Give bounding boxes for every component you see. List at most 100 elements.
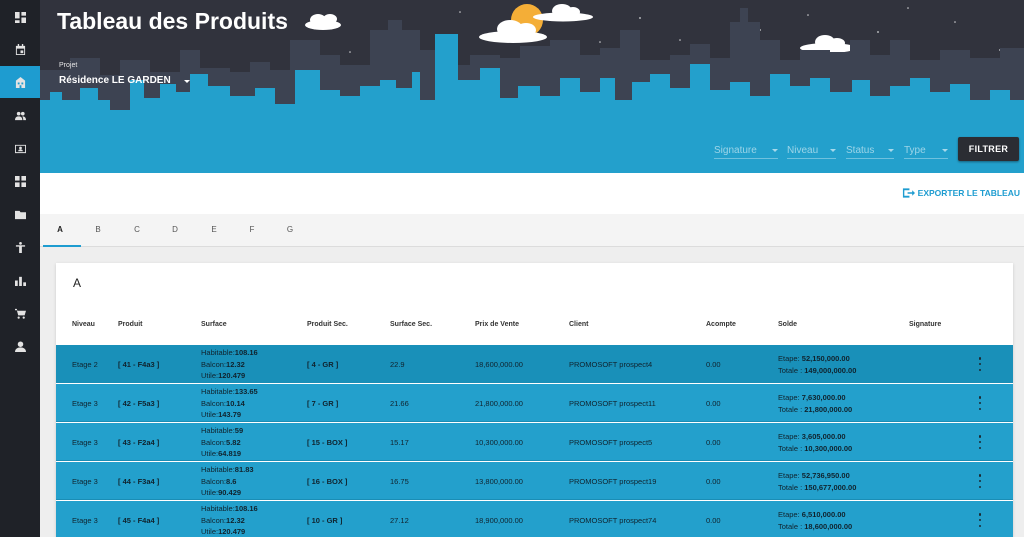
cell-client: PROMOSOFT prospect74 — [569, 516, 657, 525]
surface-habitable-value: 133.65 — [234, 387, 258, 396]
cell-niveau: Etage 3 — [72, 438, 98, 447]
sidebar-item-chart[interactable] — [0, 264, 40, 296]
tab-f[interactable]: F — [237, 225, 267, 234]
cell-niveau: Etage 3 — [72, 477, 98, 486]
row-more-menu-icon[interactable] — [978, 396, 982, 410]
table-row[interactable]: Etage 2 [ 41 - F4a3 ] Habitable:108.16 Balc… — [56, 345, 1013, 383]
tab-d[interactable]: D — [160, 225, 190, 234]
row-more-menu-icon[interactable] — [978, 357, 982, 371]
table-row[interactable]: Etage 3 [ 42 - F5a3 ] Habitable:133.65 Balc… — [56, 384, 1013, 422]
filter-niveau-label: Niveau — [787, 145, 819, 156]
filter-type[interactable]: Type — [904, 143, 948, 159]
folder-icon — [14, 210, 26, 219]
export-table-link[interactable]: EXPORTER LE TABLEAU — [902, 187, 1020, 199]
surface-utile-value: 120.479 — [218, 527, 246, 536]
surface-utile-label: Utile: — [201, 410, 219, 419]
column-header-produit-sec: Produit Sec. — [307, 321, 348, 328]
surface-habitable-label: Habitable: — [201, 504, 235, 513]
cell-client: PROMOSOFT prospect11 — [569, 399, 656, 408]
active-tab-indicator — [43, 245, 81, 247]
sidebar-item-grid[interactable] — [0, 165, 40, 197]
sidebar-item-folder[interactable] — [0, 198, 40, 230]
solde-totale-value: 18,600,000.00 — [804, 522, 853, 531]
cell-produit-sec: [ 7 - GR ] — [307, 399, 339, 408]
surface-balcon-label: Balcon: — [201, 476, 227, 486]
solde-etape-value: 52,150,000.00 — [801, 354, 850, 363]
surface-balcon-label: Balcon: — [201, 398, 227, 408]
table-row[interactable]: Etage 3 [ 44 - F3a4 ] Habitable:81.83 Balco… — [56, 462, 1013, 500]
solde-totale-value: 10,300,000.00 — [804, 444, 853, 453]
sidebar-item-contacts[interactable] — [0, 132, 40, 164]
filtrer-button[interactable]: FILTRER — [958, 137, 1019, 161]
tab-e[interactable]: E — [199, 225, 229, 234]
cell-acompte: 0.00 — [706, 438, 721, 447]
solde-totale-label: Totale : — [778, 366, 805, 375]
cell-surface: Habitable:133.65 Balcon:10.14 Utile:143.79 — [201, 386, 258, 421]
cell-solde: Etape: 3,605,000.00 Totale : 10,300,000.0… — [778, 431, 852, 455]
sidebar-item-building[interactable] — [0, 66, 40, 98]
sidebar-item-cart[interactable] — [0, 297, 40, 329]
projet-select[interactable]: Résidence LE GARDEN — [59, 75, 190, 86]
cell-surface: Habitable:108.16 Balcon:12.32 Utile:120.47… — [201, 347, 258, 382]
sidebar-item-dashboard[interactable] — [0, 1, 40, 33]
filter-niveau[interactable]: Niveau — [787, 143, 836, 159]
surface-habitable-label: Habitable: — [201, 426, 235, 435]
table-row[interactable]: Etage 3 [ 43 - F2a4 ] Habitable:59 Balcon:5… — [56, 423, 1013, 461]
cell-niveau: Etage 3 — [72, 516, 98, 525]
filter-signature-label: Signature — [714, 145, 757, 156]
table-row[interactable]: Etage 3 [ 45 - F4a4 ] Habitable:108.16 Balc… — [56, 501, 1013, 537]
page-header: Tableau des Produits Projet Résidence LE… — [40, 0, 1024, 173]
cell-surface-sec: 22.9 — [390, 360, 405, 369]
cell-solde: Etape: 7,630,000.00 Totale : 21,800,000.0… — [778, 392, 852, 416]
cell-produit: [ 41 - F4a3 ] — [118, 360, 160, 369]
projet-label: Projet — [59, 62, 78, 69]
column-header-signature: Signature — [909, 321, 942, 328]
sidebar-item-users[interactable] — [0, 99, 40, 131]
cell-produit-sec: [ 10 - GR ] — [307, 516, 343, 525]
cell-solde: Etape: 52,150,000.00 Totale : 149,000,000… — [778, 353, 856, 377]
surface-utile-value: 143.79 — [218, 410, 242, 419]
export-bar: EXPORTER LE TABLEAU — [40, 173, 1024, 214]
surface-habitable-label: Habitable: — [201, 387, 235, 396]
surface-balcon-value: 5.82 — [226, 437, 241, 447]
tab-b[interactable]: B — [83, 225, 113, 234]
surface-balcon-label: Balcon: — [201, 437, 227, 447]
cell-solde: Etape: 52,736,950.00 Totale : 150,677,000… — [778, 470, 856, 494]
row-more-menu-icon[interactable] — [978, 435, 982, 449]
surface-utile-label: Utile: — [201, 488, 219, 497]
cart-icon — [14, 308, 26, 319]
filter-status[interactable]: Status — [846, 143, 894, 159]
surface-utile-label: Utile: — [201, 449, 219, 458]
row-more-menu-icon[interactable] — [978, 513, 982, 527]
surface-habitable-value: 108.16 — [234, 504, 258, 513]
cell-surface: Habitable:81.83 Balcon:8.6 Utile:90.429 — [201, 464, 254, 499]
cell-acompte: 0.00 — [706, 399, 721, 408]
filter-status-label: Status — [846, 145, 875, 156]
export-label: EXPORTER LE TABLEAU — [917, 188, 1020, 198]
cell-produit: [ 43 - F2a4 ] — [118, 438, 160, 447]
surface-balcon-label: Balcon: — [201, 515, 227, 525]
surface-balcon-value: 12.32 — [226, 515, 245, 525]
solde-totale-label: Totale : — [778, 483, 805, 492]
tab-c[interactable]: C — [122, 225, 152, 234]
surface-balcon-value: 12.32 — [226, 359, 245, 369]
projet-value: Résidence LE GARDEN — [59, 75, 171, 86]
sidebar-item-account[interactable] — [0, 330, 40, 362]
sidebar-item-calendar[interactable] — [0, 33, 40, 65]
solde-etape-label: Etape: — [778, 354, 802, 363]
cell-produit: [ 42 - F5a3 ] — [118, 399, 160, 408]
cell-client: PROMOSOFT prospect5 — [569, 438, 653, 447]
row-more-menu-icon[interactable] — [978, 474, 982, 488]
surface-utile-value: 64.819 — [218, 449, 242, 458]
cell-produit-sec: [ 4 - GR ] — [307, 360, 339, 369]
solde-etape-value: 6,510,000.00 — [801, 510, 846, 519]
cell-surface: Habitable:59 Balcon:5.82 Utile:64.819 — [201, 425, 243, 460]
surface-habitable-label: Habitable: — [201, 348, 235, 357]
tab-g[interactable]: G — [275, 225, 305, 234]
cell-produit: [ 44 - F3a4 ] — [118, 477, 160, 486]
solde-etape-label: Etape: — [778, 471, 802, 480]
cell-surface-sec: 16.75 — [390, 477, 409, 486]
filter-signature[interactable]: Signature — [714, 143, 778, 159]
tab-a[interactable]: A — [45, 225, 75, 234]
sidebar-item-person[interactable] — [0, 231, 40, 263]
